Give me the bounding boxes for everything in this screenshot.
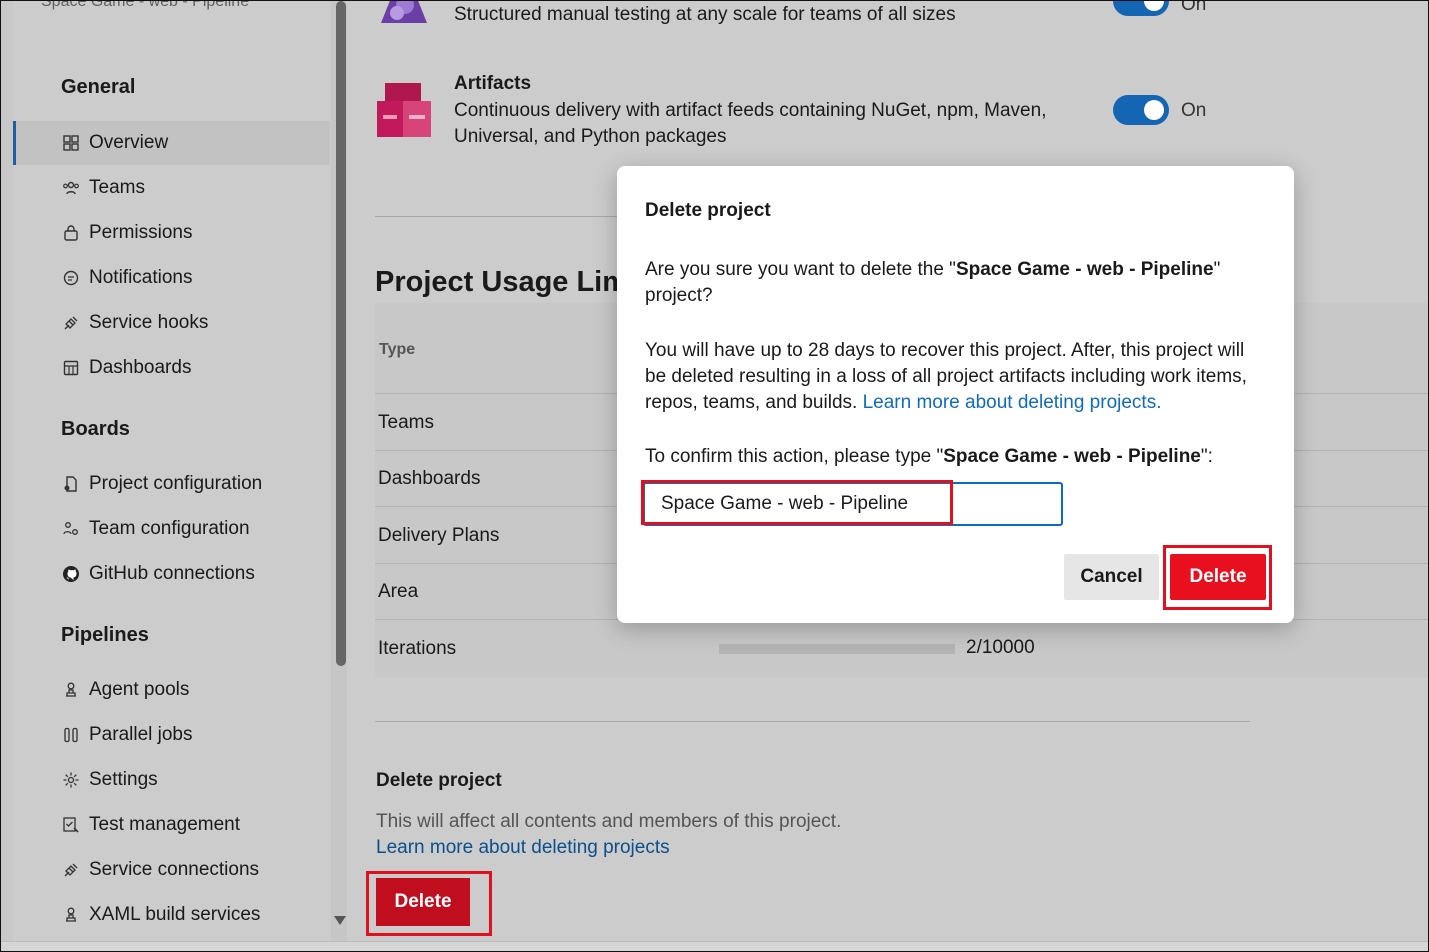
app-window: Space Game - web - Pipeline General Over…: [0, 0, 1429, 952]
sidebar-item-notifications[interactable]: Notifications: [13, 256, 330, 300]
cancel-button[interactable]: Cancel: [1064, 554, 1159, 600]
dialog-confirm-question: Are you sure you want to delete the "Spa…: [645, 257, 1265, 309]
sidebar-item-test-management[interactable]: Test management: [13, 803, 330, 847]
delete-project-description: This will affect all contents and member…: [376, 811, 842, 832]
plug-icon: [61, 860, 81, 880]
text: ":: [1200, 446, 1213, 467]
sidebar-item-label: Service connections: [89, 859, 260, 880]
section-heading-boards: Boards: [61, 418, 130, 440]
plug-icon: [61, 313, 81, 333]
sidebar-item-label: XAML build services: [89, 904, 261, 925]
dashboard-icon: [61, 358, 81, 378]
teams-icon: [61, 178, 81, 198]
sidebar-item-label: Team configuration: [89, 518, 250, 539]
left-edge: [1, 1, 13, 941]
lock-icon: [61, 223, 81, 243]
sidebar-item-permissions[interactable]: Permissions: [13, 211, 330, 255]
project-name: Space Game - web - Pipeline: [41, 0, 250, 10]
sidebar-item-label: Test management: [89, 814, 241, 835]
sidebar-item-overview[interactable]: Overview: [13, 121, 330, 165]
sidebar-item-label: Agent pools: [89, 679, 190, 700]
test-plans-description: Structured manual testing at any scale f…: [454, 4, 956, 25]
learn-more-link[interactable]: Learn more about deleting projects: [376, 837, 670, 859]
sidebar-item-xaml-build-services[interactable]: XAML build services: [13, 893, 330, 937]
table-row: Iterations 2/10000: [375, 621, 1428, 677]
artifacts-title: Artifacts: [454, 73, 532, 94]
notification-icon: [61, 268, 81, 288]
delete-project-dialog: Delete project Are you sure you want to …: [617, 166, 1294, 623]
dialog-recover-text: You will have up to 28 days to recover t…: [645, 338, 1265, 416]
sidebar-item-label: Permissions: [89, 222, 193, 243]
gear-icon: [61, 770, 81, 790]
row-label: Area: [378, 580, 419, 602]
sidebar-item-project-configuration[interactable]: Project configuration: [13, 462, 330, 506]
sidebar-item-agent-pools[interactable]: Agent pools: [13, 668, 330, 712]
project-name-bold: Space Game - web - Pipeline: [955, 259, 1214, 280]
sidebar-item-label: Service hooks: [89, 312, 209, 333]
horizontal-scrollbar[interactable]: [1, 941, 1428, 951]
parallel-jobs-icon: [61, 725, 81, 745]
usage-value: 2/10000: [966, 637, 1035, 658]
artifacts-toggle-label: On: [1181, 100, 1207, 121]
sidebar-item-label: Overview: [89, 132, 169, 153]
sidebar-item-label: Settings: [89, 769, 158, 790]
test-management-icon: [61, 815, 81, 835]
confirm-project-name-input[interactable]: [643, 482, 1063, 526]
artifacts-description: Continuous delivery with artifact feeds …: [454, 100, 1047, 147]
delete-project-heading: Delete project: [376, 770, 502, 791]
delete-project-button[interactable]: Delete: [376, 878, 470, 926]
row-label: Teams: [378, 411, 434, 433]
sidebar-item-parallel-jobs[interactable]: Parallel jobs: [13, 713, 330, 757]
sidebar-item-github-connections[interactable]: GitHub connections: [13, 552, 330, 596]
sidebar-item-label: Project configuration: [89, 473, 263, 494]
dialog-title: Delete project: [645, 200, 771, 221]
row-label: Delivery Plans: [378, 524, 500, 546]
usage-bar: [719, 644, 955, 654]
team-config-icon: [61, 519, 81, 539]
project-config-icon: [61, 474, 81, 494]
test-plans-toggle[interactable]: [1113, 1, 1169, 16]
agent-pool-icon: [61, 680, 81, 700]
scroll-down-arrow-icon[interactable]: [334, 916, 346, 925]
sidebar-item-teams[interactable]: Teams: [13, 166, 330, 210]
artifacts-icon: [377, 83, 431, 137]
sidebar-item-label: Dashboards: [89, 357, 192, 378]
dialog-type-instruction: To confirm this action, please type "Spa…: [645, 444, 1265, 470]
dialog-learn-more-link[interactable]: Learn more about deleting projects.: [863, 392, 1162, 413]
github-icon: [61, 564, 81, 584]
text: To confirm this action, please type ": [645, 446, 944, 467]
sidebar-item-label: Notifications: [89, 267, 193, 288]
row-label: Dashboards: [378, 467, 481, 489]
sidebar: Space Game - web - Pipeline General Over…: [13, 1, 331, 941]
sidebar-item-service-hooks[interactable]: Service hooks: [13, 301, 330, 345]
test-plans-toggle-label: On: [1181, 0, 1207, 15]
confirm-delete-button[interactable]: Delete: [1170, 554, 1266, 600]
test-plans-icon: [381, 1, 427, 23]
sidebar-item-label: Teams: [89, 177, 145, 198]
overview-icon: [61, 133, 81, 153]
section-heading-pipelines: Pipelines: [61, 624, 149, 646]
row-label: Iterations: [378, 638, 457, 659]
sidebar-scrollbar-thumb[interactable]: [336, 1, 346, 666]
sidebar-item-settings[interactable]: Settings: [13, 758, 330, 802]
sidebar-item-service-connections[interactable]: Service connections: [13, 848, 330, 892]
divider: [375, 721, 1250, 722]
sidebar-item-label: Parallel jobs: [89, 724, 193, 745]
artifacts-toggle[interactable]: [1113, 95, 1169, 125]
text: Are you sure you want to delete the ": [645, 259, 956, 280]
section-heading-general: General: [61, 76, 136, 98]
sidebar-item-dashboards[interactable]: Dashboards: [13, 346, 330, 390]
project-name-bold: Space Game - web - Pipeline: [943, 446, 1201, 467]
build-service-icon: [61, 905, 81, 925]
sidebar-item-label: GitHub connections: [89, 563, 255, 584]
sidebar-item-team-configuration[interactable]: Team configuration: [13, 507, 330, 551]
